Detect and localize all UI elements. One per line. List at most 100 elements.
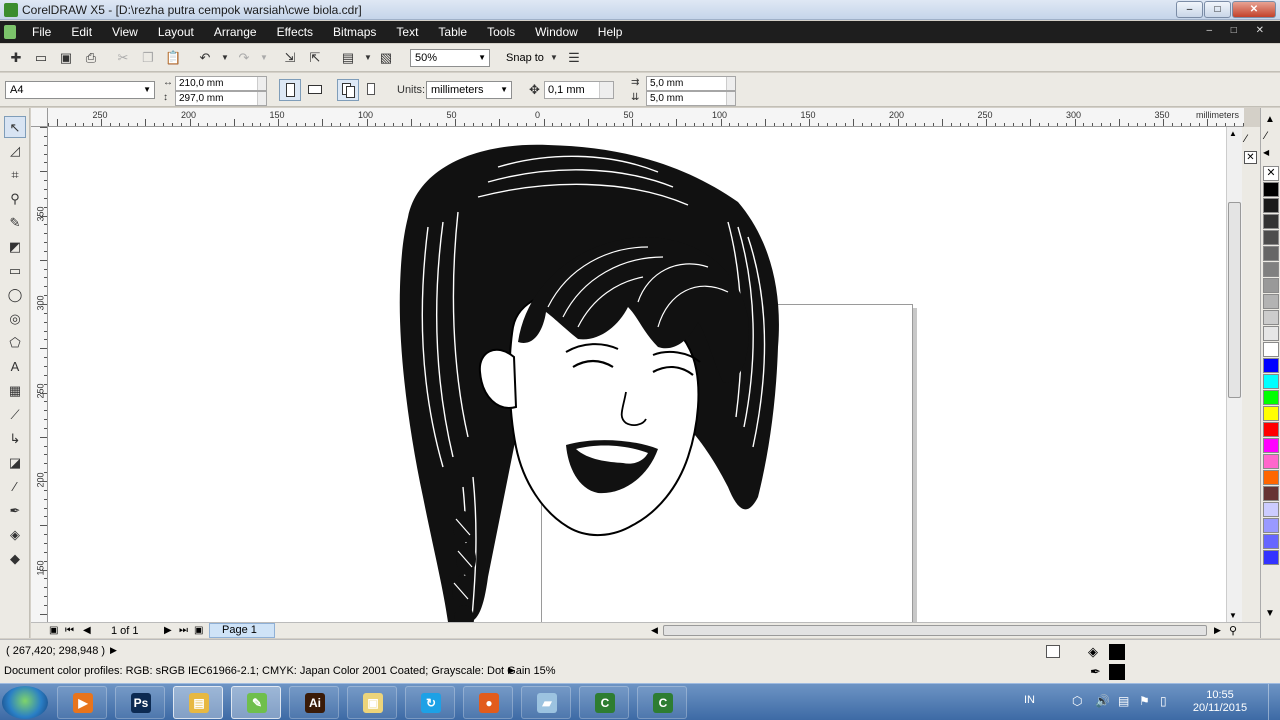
save-icon[interactable]: ▣ (58, 50, 74, 66)
scroll-down-icon[interactable]: ▼ (1229, 611, 1237, 620)
taskbar-notes-button[interactable]: ▰ (521, 686, 571, 719)
duplicate-distance-x-field[interactable]: 5,0 mm (646, 76, 736, 91)
color-swatch[interactable] (1263, 294, 1279, 309)
document-icon[interactable] (4, 25, 16, 39)
open-folder-icon[interactable]: ▭ (33, 50, 49, 66)
taskbar-firefox-button[interactable]: ● (463, 686, 513, 719)
menu-bitmaps[interactable]: Bitmaps (333, 25, 376, 39)
menu-text[interactable]: Text (396, 25, 418, 39)
ellipse-tool-icon[interactable]: ◯ (4, 284, 26, 306)
duplicate-distance-y-field[interactable]: 5,0 mm (646, 91, 736, 106)
snap-to-button[interactable]: Snap to (506, 52, 544, 64)
color-swatch[interactable] (1263, 246, 1279, 261)
interactive-blend-tool-icon[interactable]: ◪ (4, 452, 26, 474)
connector-tool-icon[interactable]: ↳ (4, 428, 26, 450)
color-swatch[interactable] (1263, 198, 1279, 213)
color-swatch[interactable] (1263, 438, 1279, 453)
color-swatch[interactable] (1263, 486, 1279, 501)
units-select[interactable]: millimeters ▼ (426, 81, 512, 99)
close-button[interactable]: ✕ (1232, 1, 1276, 18)
color-swatch[interactable] (1263, 214, 1279, 229)
color-swatch[interactable] (1263, 390, 1279, 405)
scroll-right-icon[interactable]: ▶ (1214, 625, 1221, 636)
landscape-button[interactable] (304, 79, 326, 101)
no-color-icon[interactable]: ✕ (1244, 151, 1257, 164)
show-desktop-button[interactable] (1268, 684, 1280, 720)
vertical-scrollbar[interactable]: ▲ ▼ (1226, 127, 1242, 622)
scroll-up-icon[interactable]: ▲ (1229, 129, 1237, 138)
taskbar-coreldraw-button[interactable]: ✎ (231, 686, 281, 719)
network-icon[interactable]: ▤ (1118, 694, 1129, 708)
pick-tool-icon[interactable]: ↖ (4, 116, 26, 138)
action-center-icon[interactable]: ⚑ (1139, 694, 1150, 708)
vertical-ruler[interactable]: 350 300 250 200 150 (31, 127, 48, 622)
color-swatch[interactable] (1263, 374, 1279, 389)
no-fill-swatch[interactable]: ✕ (1263, 166, 1279, 181)
color-swatch[interactable] (1263, 422, 1279, 437)
paper-size-select[interactable]: A4 ▼ (5, 81, 155, 99)
redo-dropdown-icon[interactable]: ▼ (256, 50, 272, 66)
color-swatch[interactable] (1263, 406, 1279, 421)
shape-tool-icon[interactable]: ◿ (4, 140, 26, 162)
color-swatch[interactable] (1263, 342, 1279, 357)
menu-window[interactable]: Window (535, 25, 578, 39)
taskbar-photoshop-button[interactable]: Ps (115, 686, 165, 719)
color-swatch[interactable] (1263, 550, 1279, 565)
redo-icon[interactable]: ↷ (236, 50, 252, 66)
taskbar-media-player-button[interactable]: ▶ (57, 686, 107, 719)
taskbar-camtasia-1-button[interactable]: C (579, 686, 629, 719)
palette-eyedropper-icon[interactable]: ⁄ (1265, 130, 1267, 142)
menu-help[interactable]: Help (598, 25, 623, 39)
text-tool-icon[interactable]: A (4, 356, 26, 378)
rectangle-tool-icon[interactable]: ▭ (4, 260, 26, 282)
navigator-zoom-icon[interactable]: ⚲ (1229, 624, 1237, 637)
basic-shapes-tool-icon[interactable]: ⬠ (4, 332, 26, 354)
current-page-button[interactable] (362, 79, 384, 101)
export-icon[interactable]: ⇱ (307, 50, 323, 66)
eyedropper-icon[interactable]: ⁄ (1245, 133, 1247, 145)
options-icon[interactable]: ☰ (566, 50, 582, 66)
tab-page-1[interactable]: Page 1 (209, 623, 275, 638)
menu-view[interactable]: View (112, 25, 138, 39)
eyedropper-tool-icon[interactable]: ⁄ (4, 476, 26, 498)
ruler-origin[interactable] (31, 108, 48, 127)
welcome-screen-icon[interactable]: ▧ (378, 50, 394, 66)
copy-icon[interactable]: ❐ (140, 50, 156, 66)
snap-to-dropdown-icon[interactable]: ▼ (546, 50, 562, 66)
palette-scroll-up-icon[interactable]: ▲ (1265, 114, 1275, 125)
fill-tool-icon[interactable]: ◈ (4, 524, 26, 546)
menu-edit[interactable]: Edit (71, 25, 92, 39)
outline-color-chip[interactable] (1109, 664, 1125, 680)
document-window-controls[interactable]: – □ ✕ (1206, 25, 1272, 36)
clock[interactable]: 10:55 20/11/2015 (1185, 689, 1255, 715)
freehand-tool-icon[interactable]: ✎ (4, 212, 26, 234)
language-indicator[interactable]: IN (1024, 694, 1035, 706)
first-page-icon[interactable]: ⏮ (65, 625, 74, 636)
smart-fill-tool-icon[interactable]: ◩ (4, 236, 26, 258)
add-page-before-icon[interactable]: ▣ (49, 625, 58, 636)
nudge-distance-field[interactable]: 0,1 mm (544, 81, 614, 99)
undo-dropdown-icon[interactable]: ▼ (217, 50, 233, 66)
taskbar-folder-button[interactable]: ▣ (347, 686, 397, 719)
color-swatch[interactable] (1263, 470, 1279, 485)
undo-icon[interactable]: ↶ (197, 50, 213, 66)
zoom-tool-icon[interactable]: ⚲ (4, 188, 26, 210)
start-button[interactable] (2, 686, 48, 719)
palette-expand-icon[interactable]: ◀ (1263, 148, 1269, 157)
menu-layout[interactable]: Layout (158, 25, 194, 39)
paste-icon[interactable]: 📋 (165, 50, 181, 66)
tray-dropbox-icon[interactable]: ⬡ (1072, 694, 1082, 708)
profiles-expand-icon[interactable]: ▶ (508, 665, 515, 676)
color-swatch[interactable] (1263, 454, 1279, 469)
color-swatch[interactable] (1263, 230, 1279, 245)
color-swatch[interactable] (1263, 278, 1279, 293)
taskbar-camtasia-2-button[interactable]: C (637, 686, 687, 719)
color-swatch[interactable] (1263, 358, 1279, 373)
status-expand-icon[interactable]: ▶ (110, 645, 117, 656)
menu-effects[interactable]: Effects (277, 25, 313, 39)
color-swatch[interactable] (1263, 326, 1279, 341)
application-launcher-icon[interactable]: ▤ (340, 50, 356, 66)
palette-scroll-down-icon[interactable]: ▼ (1265, 608, 1275, 619)
all-pages-button[interactable] (337, 79, 359, 101)
new-document-icon[interactable]: ✚ (8, 50, 24, 66)
